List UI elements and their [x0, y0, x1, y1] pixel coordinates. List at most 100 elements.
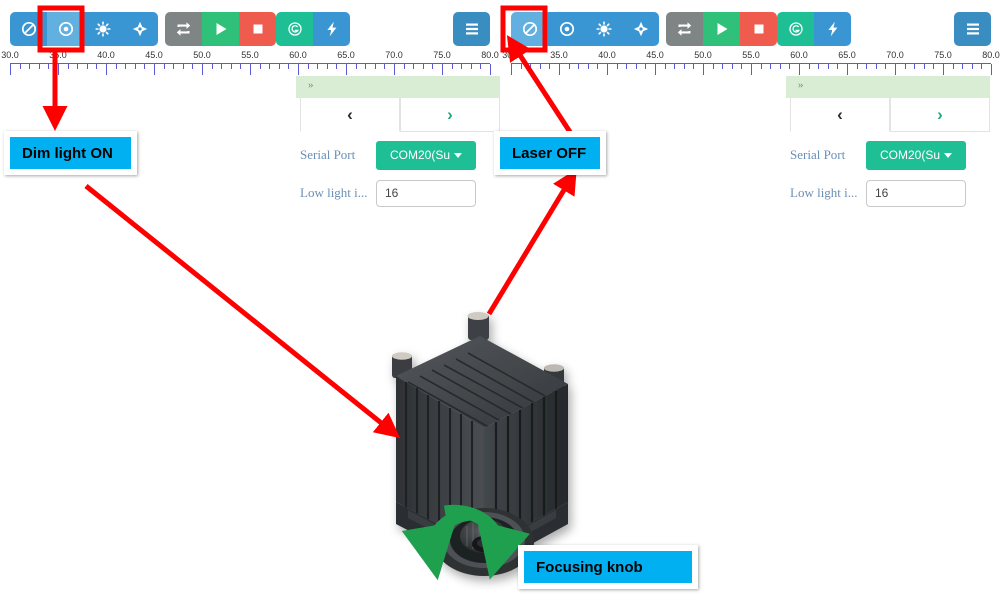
prev-tab[interactable]: ‹ — [300, 98, 400, 132]
aux-button-group — [276, 12, 350, 46]
stop-icon — [253, 24, 262, 34]
lightning-icon — [326, 21, 336, 37]
ruler-minor-tick — [693, 64, 695, 69]
callout-focusing-knob-text: Focusing knob — [524, 551, 692, 583]
menu-button[interactable] — [954, 12, 991, 46]
start-button[interactable] — [703, 12, 740, 46]
ruler-minor-tick — [789, 64, 791, 69]
panel-header: » — [296, 76, 500, 98]
panel-tabs: ‹ › — [300, 98, 500, 132]
laser-off-button[interactable] — [511, 12, 548, 46]
origin-button[interactable] — [276, 12, 313, 46]
ruler-right[interactable]: 30.0 35.0 40.0 45.0 50.0 55.0 60.0 65.0 70.0 75.0… — [502, 50, 1000, 76]
ruler-minor-tick — [683, 64, 685, 69]
low-light-input[interactable] — [376, 179, 476, 207]
low-light-label: Low light i... — [300, 185, 368, 200]
start-button[interactable] — [202, 12, 239, 46]
hamburger-icon — [465, 23, 478, 35]
ruler-tick-label: 30.0 — [1, 50, 19, 60]
target-g-icon — [287, 22, 302, 36]
ruler-minor-tick — [818, 64, 820, 69]
ruler-left[interactable]: 30.0 35.0 40.0 45.0 50.0 55.0 60.0 65.0 70.0 75.0… — [1, 50, 499, 76]
ruler-minor-tick — [952, 64, 954, 69]
app-instance-left: 30.0 35.0 40.0 45.0 50.0 55.0 60.0 65.0 70.0 75.0… — [0, 0, 500, 230]
stop-button[interactable] — [740, 12, 777, 46]
stop-button[interactable] — [239, 12, 276, 46]
run-button-group — [666, 12, 777, 46]
crosshair-button[interactable] — [622, 12, 659, 46]
ruler-major-tick — [607, 64, 608, 75]
prohibited-icon — [522, 21, 537, 37]
settings-panel-right: » ‹ › Serial Port COM20(Su Low light i..… — [786, 76, 990, 230]
collapse-chevron-icon[interactable]: » — [798, 79, 804, 91]
ruler-minor-tick — [211, 64, 213, 69]
play-icon — [216, 23, 226, 35]
ruler-minor-tick — [626, 64, 628, 69]
dim-light-button[interactable] — [548, 12, 585, 46]
ruler-minor-tick — [770, 64, 772, 69]
ruler-minor-tick — [827, 64, 829, 69]
ruler-major-tick — [298, 64, 299, 75]
serial-port-dropdown[interactable]: COM20(Su — [866, 140, 966, 170]
callout-laser-off: Laser OFF — [494, 131, 606, 175]
serial-port-dropdown[interactable]: COM20(Su — [376, 140, 476, 170]
ruler-minor-tick — [597, 64, 599, 69]
laser-off-button[interactable] — [10, 12, 47, 46]
ruler-minor-tick — [451, 64, 453, 69]
ruler-minor-tick — [779, 64, 781, 69]
callout-dim-light-on-text: Dim light ON — [10, 137, 131, 169]
ruler-minor-tick — [885, 64, 887, 69]
sun-icon — [94, 21, 111, 37]
ruler-major-tick — [442, 64, 443, 75]
next-tab[interactable]: › — [400, 98, 500, 132]
serial-port-row: Serial Port COM20(Su — [300, 140, 476, 170]
stop-icon — [754, 24, 763, 34]
run-button-group — [165, 12, 276, 46]
serial-port-row: Serial Port COM20(Su — [790, 140, 966, 170]
ruler-minor-tick — [578, 64, 580, 69]
loop-button[interactable] — [165, 12, 202, 46]
power-button[interactable] — [814, 12, 851, 46]
dim-light-button[interactable] — [47, 12, 84, 46]
prev-tab[interactable]: ‹ — [790, 98, 890, 132]
ruler-minor-tick — [374, 64, 376, 69]
ruler-minor-tick — [760, 64, 762, 69]
crosshair-icon — [633, 21, 648, 37]
ruler-minor-tick — [134, 64, 136, 69]
repeat-icon — [677, 22, 692, 36]
full-light-button[interactable] — [84, 12, 121, 46]
serial-port-value: COM20(Su — [389, 148, 451, 162]
ruler-major-tick — [250, 64, 251, 75]
ruler-tick-label: 40.0 — [97, 50, 115, 60]
lightning-icon — [827, 21, 837, 37]
menu-button[interactable] — [453, 12, 490, 46]
ruler-minor-tick — [29, 64, 31, 69]
ruler-minor-tick — [520, 64, 522, 69]
ruler-minor-tick — [288, 64, 290, 69]
next-tab[interactable]: › — [890, 98, 990, 132]
ruler-tick-label: 35.0 — [550, 50, 568, 60]
ruler-minor-tick — [326, 64, 328, 69]
crosshair-button[interactable] — [121, 12, 158, 46]
low-light-input[interactable] — [866, 179, 966, 207]
ruler-minor-tick — [230, 64, 232, 69]
ruler-minor-tick — [875, 64, 877, 69]
ruler-major-tick — [202, 64, 203, 75]
callout-focusing-knob: Focusing knob — [518, 545, 698, 589]
serial-port-value: COM20(Su — [879, 148, 941, 162]
panel-header: » — [786, 76, 990, 98]
power-button[interactable] — [313, 12, 350, 46]
ruler-major-tick — [511, 64, 512, 75]
ruler-minor-tick — [413, 64, 415, 69]
collapse-chevron-icon[interactable]: » — [308, 79, 314, 91]
settings-panel-left: » ‹ › Serial Port COM20(Su Low light i..… — [296, 76, 500, 230]
play-icon — [717, 23, 727, 35]
dot-target-icon — [58, 21, 73, 37]
loop-button[interactable] — [666, 12, 703, 46]
full-light-button[interactable] — [585, 12, 622, 46]
mode-button-group — [511, 12, 659, 46]
origin-button[interactable] — [777, 12, 814, 46]
prev-tab-glyph: ‹ — [347, 105, 353, 124]
prev-tab-glyph: ‹ — [837, 105, 843, 124]
ruler-major-tick — [799, 64, 800, 75]
